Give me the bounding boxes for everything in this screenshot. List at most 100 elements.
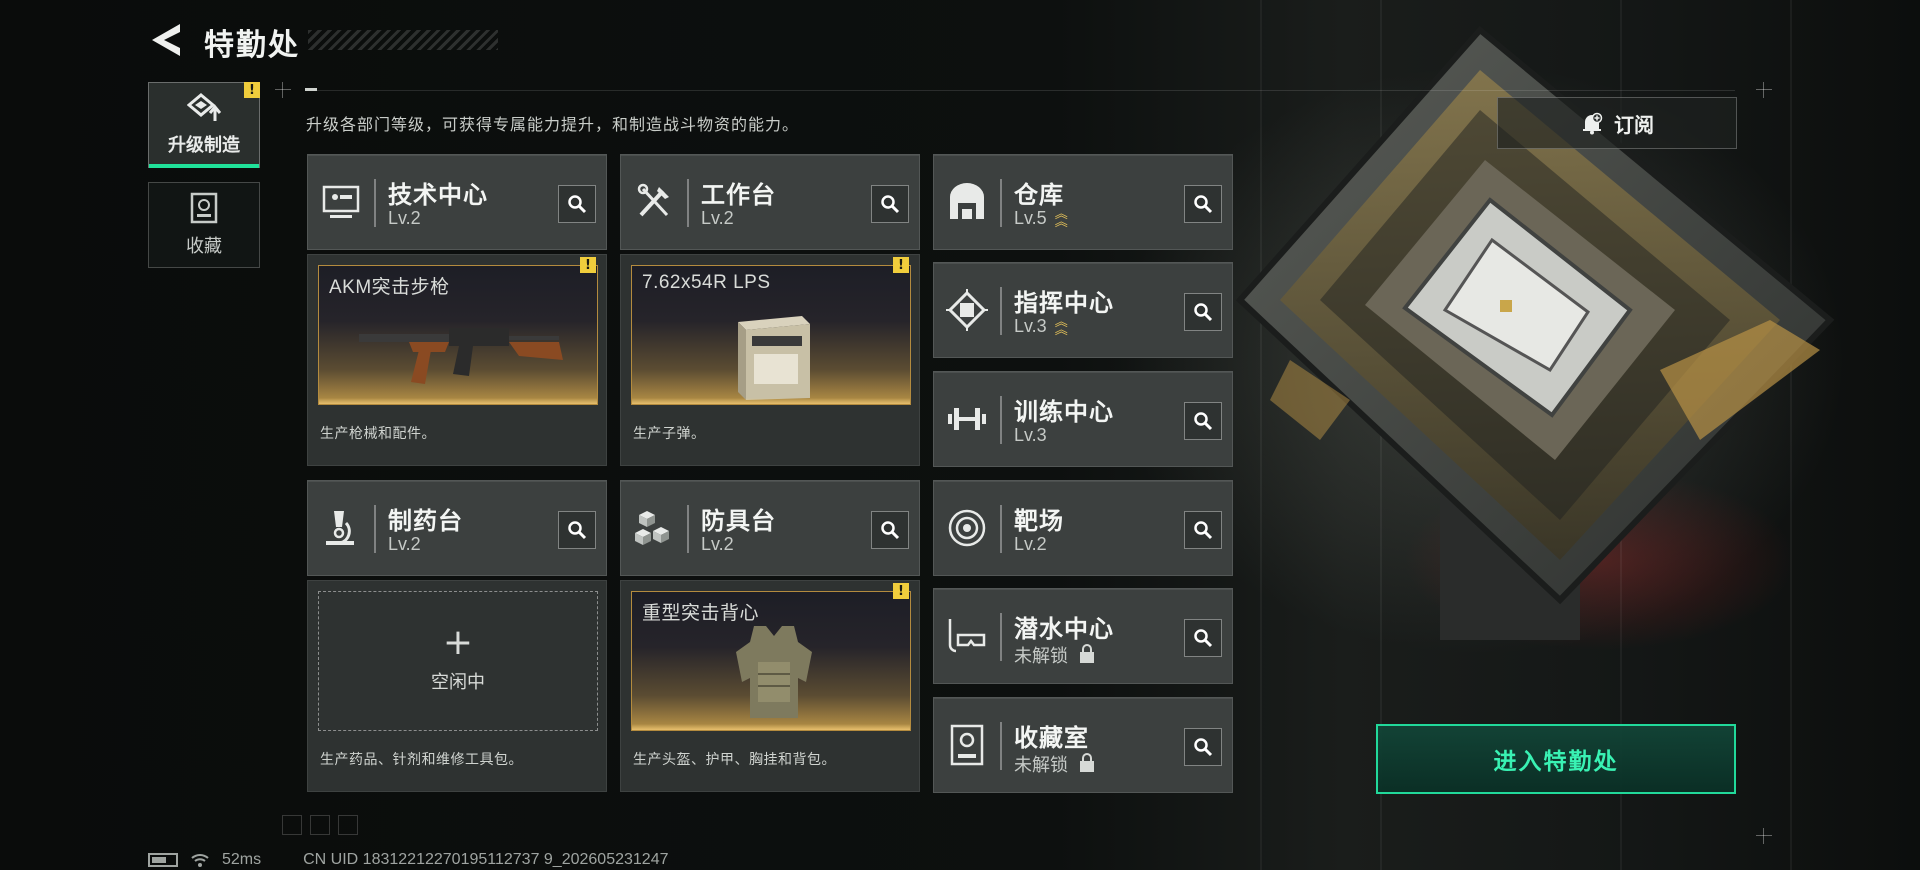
status-bar: 52ms CN UID 18312212270195112737 9_20260… — [148, 850, 668, 870]
upgrade-arrow-icon — [187, 93, 221, 121]
deco-tile — [338, 815, 358, 835]
search-icon — [881, 521, 900, 540]
dept-level-text: Lv.3 — [1014, 425, 1047, 445]
search-icon — [1194, 303, 1213, 322]
separator — [1000, 179, 1002, 227]
production-panel-tech: AKM突击步枪 ! 生产枪械和配件。 — [307, 254, 607, 466]
dept-level-text: 未解锁 — [1014, 646, 1068, 666]
dept-level: 未解锁 — [1014, 642, 1094, 668]
dept-name: 训练中心 — [1014, 399, 1114, 426]
battery-icon — [148, 853, 178, 867]
crosshair-decor — [1756, 828, 1772, 844]
dept-pharmacy[interactable]: 制药台 Lv.2 — [307, 480, 607, 576]
separator — [687, 179, 689, 227]
plus-icon: + — [442, 622, 474, 663]
separator — [1000, 722, 1002, 770]
dept-level-text: 未解锁 — [1014, 755, 1068, 775]
dept-name: 工作台 — [701, 182, 776, 209]
search-button[interactable] — [1184, 402, 1222, 440]
search-button[interactable] — [1184, 728, 1222, 766]
idle-label: 空闲中 — [431, 672, 485, 692]
dept-name: 技术中心 — [388, 182, 488, 209]
separator — [1000, 396, 1002, 444]
ping-value: 52ms — [222, 851, 262, 868]
top-divider — [305, 90, 1735, 91]
chip-icon — [946, 289, 988, 331]
dept-collection-room[interactable]: 收藏室 未解锁 — [933, 697, 1233, 793]
tab-label: 收藏 — [186, 236, 222, 256]
subscribe-label: 订阅 — [1614, 114, 1654, 137]
dept-level-text: Lv.2 — [388, 534, 421, 554]
alert-badge: ! — [893, 583, 909, 599]
tab-collection[interactable]: 收藏 — [148, 182, 260, 268]
tab-upgrade-craft[interactable]: 升级制造 ! — [148, 82, 260, 168]
bell-plus-icon — [1583, 112, 1603, 135]
production-desc: 生产头盔、护甲、胸挂和背包。 — [633, 751, 836, 767]
dept-level-text: Lv.2 — [1014, 534, 1047, 554]
separator — [1000, 613, 1002, 661]
dept-level: Lv.2 — [1014, 534, 1047, 555]
microscope-icon — [326, 511, 354, 545]
back-arrow-icon[interactable] — [150, 22, 182, 58]
dept-command-center[interactable]: 指挥中心 Lv.3 ︽ ︽ — [933, 262, 1233, 358]
ammo-box-image — [738, 316, 810, 400]
warehouse-icon — [950, 183, 984, 219]
deco-tile — [310, 815, 330, 835]
search-button[interactable] — [871, 511, 909, 549]
search-button[interactable] — [558, 511, 596, 549]
search-button[interactable] — [1184, 511, 1222, 549]
alert-badge: ! — [580, 257, 596, 273]
search-button[interactable] — [871, 185, 909, 223]
production-slot[interactable]: AKM突击步枪 — [318, 265, 598, 405]
subscribe-button[interactable]: 订阅 — [1497, 97, 1737, 149]
dept-level-text: Lv.5 — [1014, 208, 1047, 228]
separator — [687, 505, 689, 553]
dept-workbench[interactable]: 工作台 Lv.2 — [620, 154, 920, 250]
wifi-icon — [191, 854, 209, 867]
search-button[interactable] — [1184, 185, 1222, 223]
lock-icon — [1080, 753, 1094, 772]
diving-mask-icon — [948, 619, 986, 653]
dept-name: 制药台 — [388, 508, 463, 535]
search-button[interactable] — [1184, 293, 1222, 331]
rarity-glow — [632, 724, 910, 730]
dept-name: 潜水中心 — [1014, 616, 1114, 643]
production-slot[interactable]: 7.62x54R LPS — [631, 265, 911, 405]
production-panel-workbench: 7.62x54R LPS ! 生产子弹。 — [620, 254, 920, 466]
dept-name: 指挥中心 — [1014, 290, 1114, 317]
title-stripes — [308, 30, 498, 50]
separator — [374, 179, 376, 227]
divider-marker — [305, 88, 317, 91]
production-slot[interactable]: 重型突击背心 — [631, 591, 911, 731]
dept-level: Lv.2 — [701, 208, 734, 229]
page-title: 特勤处 — [204, 29, 300, 62]
dept-armor-bench[interactable]: 防具台 Lv.2 — [620, 480, 920, 576]
dept-name: 仓库 — [1014, 182, 1064, 209]
rifle-image — [359, 328, 563, 384]
dept-diving-center[interactable]: 潜水中心 未解锁 — [933, 588, 1233, 684]
search-button[interactable] — [1184, 619, 1222, 657]
separator — [1000, 505, 1002, 553]
dept-level-text: Lv.3 — [1014, 316, 1047, 336]
empty-production-slot[interactable]: + 空闲中 — [318, 591, 598, 731]
target-icon — [948, 509, 986, 547]
dept-level-text: Lv.2 — [388, 208, 421, 228]
search-icon — [1194, 629, 1213, 648]
dept-name: 靶场 — [1014, 508, 1064, 535]
search-button[interactable] — [558, 185, 596, 223]
collection-icon — [190, 192, 218, 224]
lock-icon — [1080, 644, 1094, 663]
enter-label: 进入特勤处 — [1493, 748, 1619, 774]
dept-level: Lv.3 — [1014, 425, 1047, 446]
dept-training-center[interactable]: 训练中心 Lv.3 — [933, 371, 1233, 467]
tab-label: 升级制造 — [168, 135, 240, 155]
search-icon — [1194, 521, 1213, 540]
enter-special-ops-button[interactable]: 进入特勤处 — [1376, 724, 1736, 794]
vest-image — [736, 626, 812, 718]
dept-warehouse[interactable]: 仓库 Lv.5 ︽ ︽ — [933, 154, 1233, 250]
deco-tile — [282, 815, 302, 835]
dept-name: 收藏室 — [1014, 725, 1089, 752]
uid-text: CN UID 18312212270195112737 9_2026052312… — [303, 851, 669, 868]
dept-tech-center[interactable]: 技术中心 Lv.2 — [307, 154, 607, 250]
dept-shooting-range[interactable]: 靶场 Lv.2 — [933, 480, 1233, 576]
